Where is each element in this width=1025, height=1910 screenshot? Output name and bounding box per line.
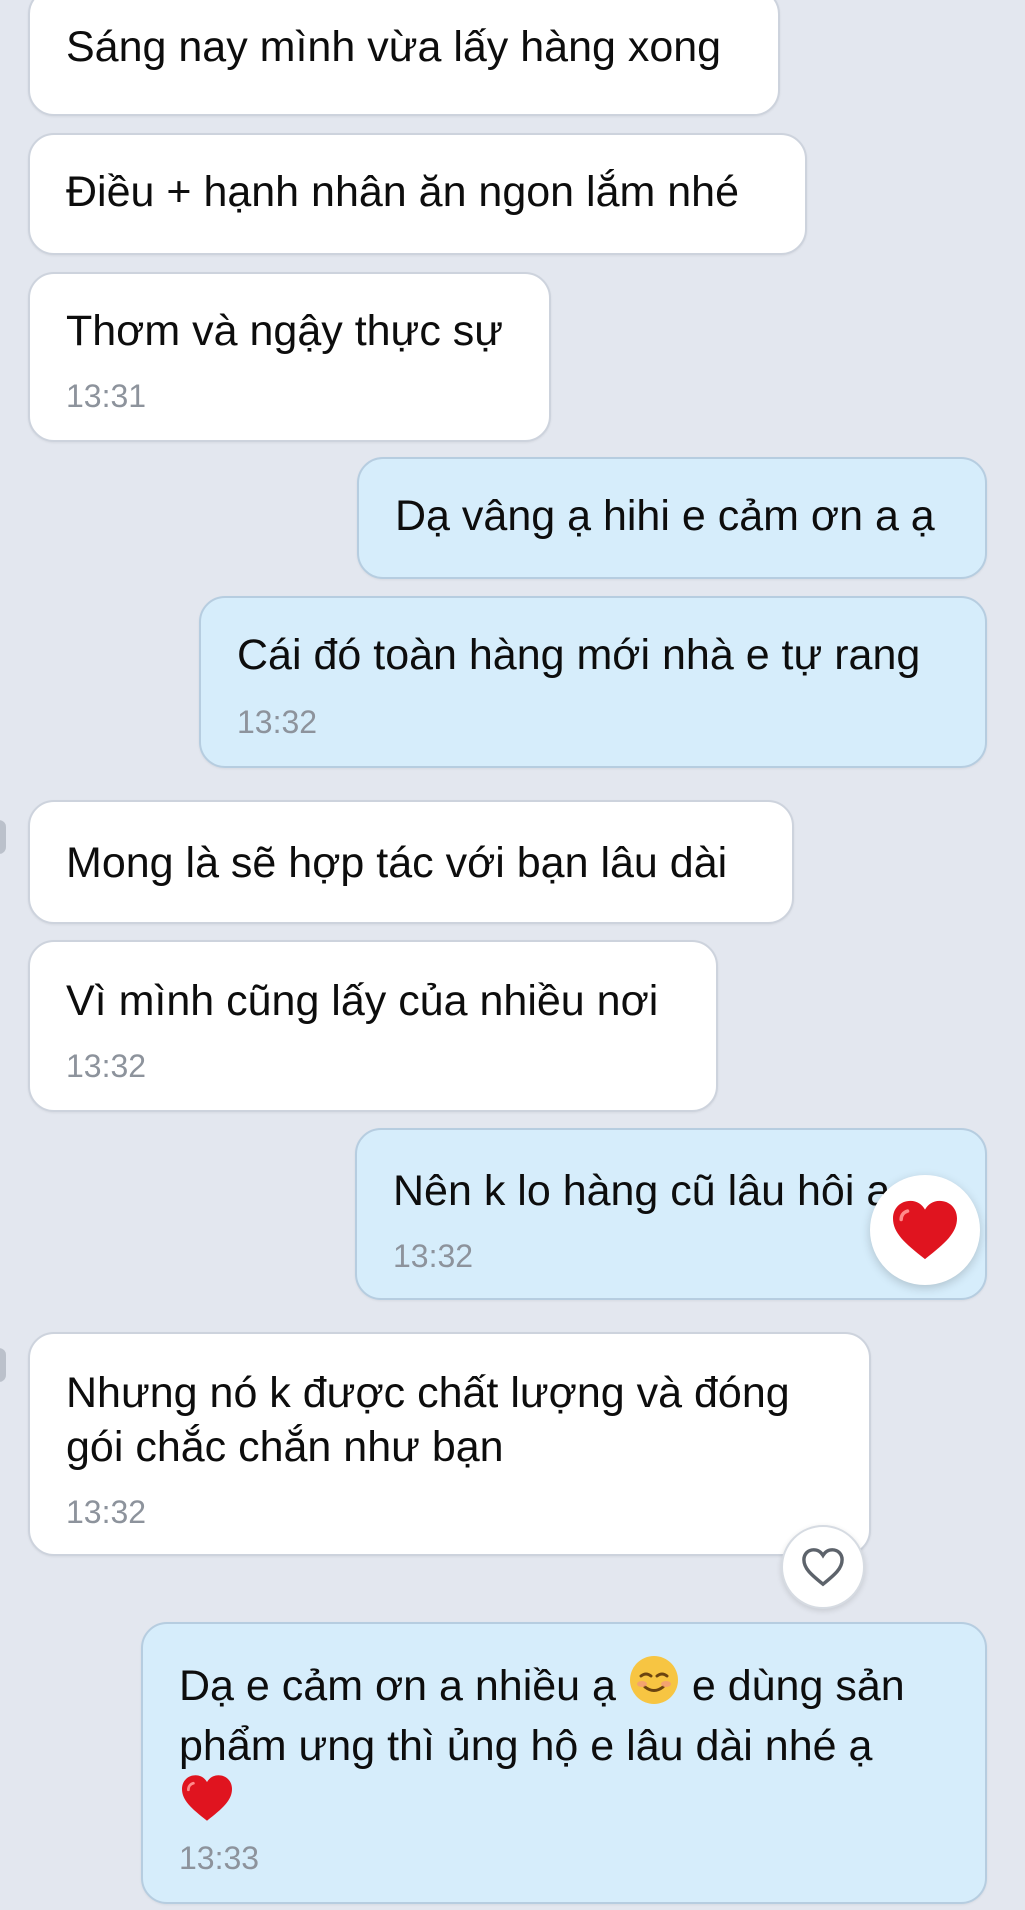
message-text-line: Nhưng nó k được chất lượng và đóng — [66, 1369, 790, 1417]
heart-icon — [182, 1775, 232, 1821]
message-bubble-incoming[interactable]: Vì mình cũng lấy của nhiều nơi 13:32 — [28, 940, 718, 1112]
heart-icon — [893, 1200, 957, 1260]
reaction-badge[interactable] — [870, 1175, 980, 1285]
message-text-line: Dạ e cảm ơn a nhiều ạ e dùng sản — [179, 1654, 949, 1719]
message-bubble-incoming[interactable]: Nhưng nó k được chất lượng và đóng gói c… — [28, 1332, 871, 1556]
message-bubble-outgoing[interactable]: Cái đó toàn hàng mới nhà e tự rang 13:32 — [199, 596, 987, 768]
heart-outline-icon — [802, 1548, 844, 1587]
message-text: Điều + hạnh nhân ăn ngon lắm nhé — [66, 168, 740, 216]
chat-thread: Sáng nay mình vừa lấy hàng xong Điều + h… — [0, 0, 1025, 1910]
avatar-edge — [0, 820, 6, 854]
avatar-edge — [0, 1348, 6, 1382]
message-text: Dạ vâng ạ hihi e cảm ơn a ạ — [395, 492, 935, 540]
message-text: e dùng sản — [691, 1662, 905, 1710]
message-bubble-outgoing[interactable]: Dạ e cảm ơn a nhiều ạ e dùng sản phẩm ưn… — [141, 1622, 987, 1904]
message-text: Sáng nay mình vừa lấy hàng xong — [66, 23, 722, 71]
message-text: Dạ e cảm ơn a nhiều ạ — [179, 1662, 616, 1710]
message-text-line: gói chắc chắn như bạn — [66, 1423, 504, 1471]
message-text: Thơm và ngậy thực sự — [66, 307, 504, 355]
message-timestamp: 13:31 — [66, 378, 147, 414]
message-bubble-incoming[interactable]: Mong là sẽ hợp tác với bạn lâu dài — [28, 800, 794, 924]
message-timestamp: 13:32 — [237, 704, 318, 740]
message-text-line — [179, 1773, 949, 1830]
message-bubble-incoming[interactable]: Sáng nay mình vừa lấy hàng xong — [28, 0, 780, 116]
message-text: Mong là sẽ hợp tác với bạn lâu dài — [66, 839, 728, 887]
add-reaction-button[interactable] — [781, 1525, 865, 1609]
message-text: Cái đó toàn hàng mới nhà e tự rang — [237, 631, 921, 679]
message-timestamp: 13:32 — [66, 1494, 147, 1530]
message-text: Nên k lo hàng cũ lâu hôi ạ — [393, 1167, 891, 1215]
smiling-face-icon — [628, 1654, 680, 1719]
message-timestamp: 13:33 — [179, 1840, 260, 1876]
message-timestamp: 13:32 — [66, 1048, 147, 1084]
message-bubble-outgoing[interactable]: Dạ vâng ạ hihi e cảm ơn a ạ — [357, 457, 987, 579]
message-bubble-incoming[interactable]: Điều + hạnh nhân ăn ngon lắm nhé — [28, 133, 807, 255]
message-text: Vì mình cũng lấy của nhiều nơi — [66, 977, 659, 1025]
message-text-line: phẩm ưng thì ủng hộ e lâu dài nhé ạ — [179, 1722, 873, 1770]
message-bubble-incoming[interactable]: Thơm và ngậy thực sự 13:31 — [28, 272, 551, 442]
message-timestamp: 13:32 — [393, 1238, 474, 1274]
